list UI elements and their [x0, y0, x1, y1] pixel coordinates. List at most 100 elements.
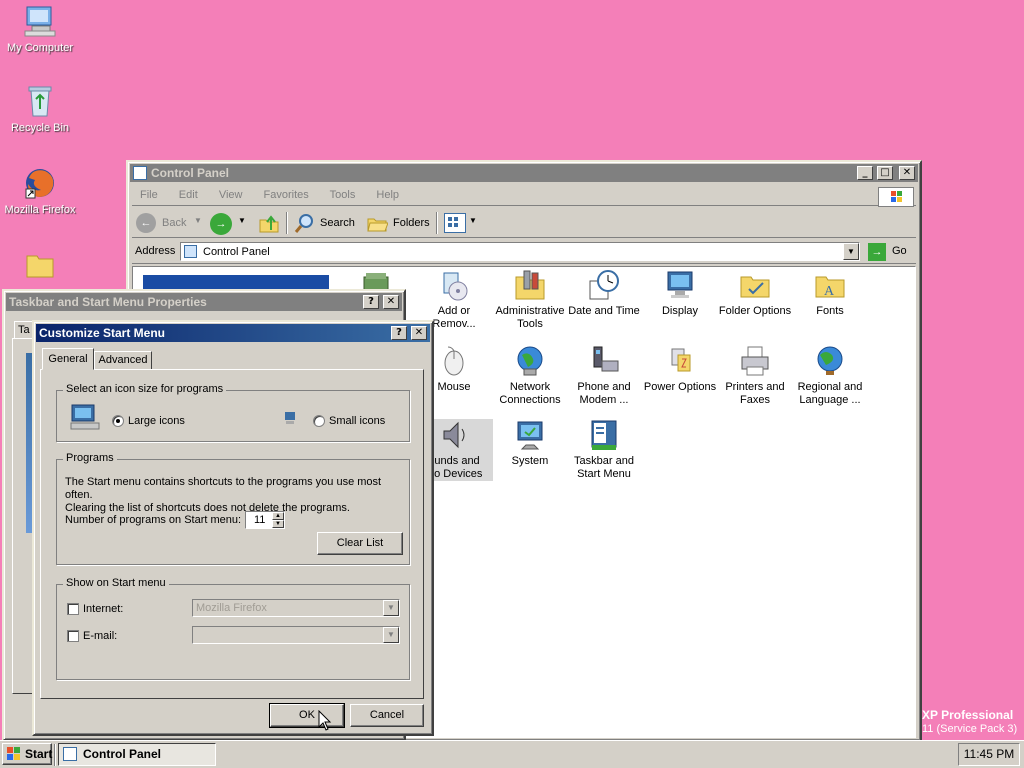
- mouse-icon: [438, 345, 470, 377]
- menu-favorites[interactable]: Favorites: [264, 189, 309, 201]
- maximize-button[interactable]: □: [877, 166, 893, 180]
- tab-label: Ta: [18, 324, 30, 336]
- clock-icon: [588, 269, 620, 301]
- up-folder-icon[interactable]: [258, 212, 280, 234]
- menu-tools[interactable]: Tools: [330, 189, 356, 201]
- views-icon[interactable]: [444, 213, 466, 233]
- menu-help[interactable]: Help: [376, 189, 399, 201]
- address-input[interactable]: Control Panel ▼: [180, 242, 860, 261]
- cp-item-phone-modem[interactable]: Phone and Modem ...: [565, 345, 643, 407]
- cp-item-display[interactable]: Display: [641, 269, 719, 318]
- clear-list-button[interactable]: Clear List: [317, 532, 403, 555]
- small-icons-label[interactable]: Small icons: [329, 415, 385, 427]
- email-checkbox[interactable]: [67, 630, 79, 642]
- taskbar-task-control-panel[interactable]: Control Panel: [58, 743, 216, 766]
- cp-item-network-connections[interactable]: Network Connections: [491, 345, 569, 407]
- watermark-build: 11 (Service Pack 3): [922, 723, 1018, 735]
- cp-item-administrative-tools[interactable]: Administrative Tools: [491, 269, 569, 331]
- menu-view[interactable]: View: [219, 189, 243, 201]
- tab-advanced[interactable]: Advanced: [94, 351, 152, 370]
- taskbar-properties-titlebar[interactable]: Taskbar and Start Menu Properties ? ✕: [6, 293, 402, 311]
- group-label: Programs: [63, 452, 117, 464]
- tab-general[interactable]: General: [42, 348, 94, 370]
- menu-file[interactable]: File: [140, 189, 158, 201]
- back-dropdown-icon[interactable]: ▼: [194, 216, 202, 225]
- help-button[interactable]: ?: [391, 326, 407, 340]
- windows-logo-icon: [878, 187, 914, 207]
- desktop-icon-folder[interactable]: [0, 250, 80, 288]
- minimize-button[interactable]: _: [857, 166, 873, 180]
- spin-up-icon[interactable]: ▲: [272, 512, 284, 520]
- os-watermark: XP Professional 11 (Service Pack 3): [922, 708, 1024, 736]
- control-panel-icon: [133, 166, 147, 180]
- go-arrow-icon[interactable]: →: [868, 243, 886, 261]
- search-icon[interactable]: [294, 212, 316, 234]
- control-panel-titlebar[interactable]: Control Panel _ □ ✕: [130, 164, 918, 182]
- cp-item-label: Phone and Modem ...: [577, 381, 631, 406]
- num-programs-stepper[interactable]: 11 ▲ ▼: [245, 511, 285, 529]
- cancel-button[interactable]: Cancel: [350, 704, 424, 727]
- back-icon[interactable]: ←: [136, 213, 156, 233]
- chevron-down-icon[interactable]: ▼: [383, 600, 399, 616]
- cp-item-power-options[interactable]: Power Options: [641, 345, 719, 394]
- window-title: Control Panel: [151, 166, 230, 180]
- large-icons-label[interactable]: Large icons: [128, 415, 185, 427]
- close-button[interactable]: ✕: [411, 326, 427, 340]
- my-computer-icon: [23, 4, 57, 38]
- ok-button[interactable]: OK: [269, 703, 345, 728]
- internet-checkbox[interactable]: [67, 603, 79, 615]
- recycle-bin-icon: [23, 84, 57, 118]
- spin-down-icon[interactable]: ▼: [272, 520, 284, 528]
- back-label[interactable]: Back: [162, 217, 186, 229]
- administrative-tools-icon: [514, 269, 546, 301]
- cp-item-date-time[interactable]: Date and Time: [565, 269, 643, 318]
- fonts-icon: A: [814, 269, 846, 301]
- cp-item-printers-faxes[interactable]: Printers and Faxes: [716, 345, 794, 407]
- desktop-icon-my-computer[interactable]: My Computer: [0, 4, 80, 54]
- large-icons-radio[interactable]: [112, 415, 124, 427]
- cp-item-fonts[interactable]: A Fonts: [791, 269, 869, 318]
- taskbar-start-menu-icon: [588, 419, 620, 451]
- num-programs-label: Number of programs on Start menu:: [65, 514, 242, 526]
- internet-browser-select[interactable]: Mozilla Firefox ▼: [192, 599, 400, 617]
- desktop-icon-label: Mozilla Firefox: [4, 204, 76, 216]
- add-remove-programs-icon: [438, 269, 470, 301]
- clock[interactable]: 11:45 PM: [964, 747, 1014, 761]
- close-button[interactable]: ✕: [383, 295, 399, 309]
- desktop-icon-recycle-bin[interactable]: Recycle Bin: [0, 84, 80, 134]
- cp-item-label: Administrative Tools: [495, 305, 565, 330]
- toolbar-separator: [436, 212, 438, 234]
- desktop-icon-firefox[interactable]: Mozilla Firefox: [0, 166, 80, 216]
- cp-item-taskbar-start-menu[interactable]: Taskbar and Start Menu: [565, 419, 643, 481]
- email-client-select[interactable]: ▼: [192, 626, 400, 644]
- num-programs-value[interactable]: 11: [254, 514, 265, 526]
- address-value: Control Panel: [203, 246, 270, 258]
- system-tray: 11:45 PM: [958, 743, 1020, 766]
- go-button[interactable]: Go: [892, 245, 907, 257]
- ok-label: OK: [299, 709, 315, 721]
- cp-item-regional-language[interactable]: Regional and Language ...: [791, 345, 869, 407]
- task-label: Control Panel: [83, 747, 162, 761]
- forward-dropdown-icon[interactable]: ▼: [238, 216, 246, 225]
- forward-icon[interactable]: →: [210, 213, 232, 235]
- chevron-down-icon[interactable]: ▼: [383, 627, 399, 643]
- small-icons-radio[interactable]: [313, 415, 325, 427]
- desktop-icon-label: Recycle Bin: [10, 122, 70, 134]
- customize-dialog-titlebar[interactable]: Customize Start Menu ? ✕: [36, 324, 430, 342]
- close-button[interactable]: ✕: [899, 166, 915, 180]
- cp-item-system[interactable]: System: [491, 419, 569, 468]
- help-button[interactable]: ?: [363, 295, 379, 309]
- search-button[interactable]: Search: [320, 217, 355, 229]
- menu-edit[interactable]: Edit: [179, 189, 198, 201]
- cp-item-folder-options[interactable]: Folder Options: [716, 269, 794, 318]
- folders-button[interactable]: Folders: [393, 217, 430, 229]
- tab-label: General: [48, 353, 88, 365]
- views-dropdown-icon[interactable]: ▼: [469, 216, 477, 225]
- email-label[interactable]: E-mail:: [83, 630, 117, 642]
- internet-label[interactable]: Internet:: [83, 603, 123, 615]
- address-dropdown-icon[interactable]: ▼: [843, 243, 859, 260]
- cp-item-label: Date and Time: [568, 305, 640, 317]
- cp-item-label: Taskbar and Start Menu: [574, 455, 634, 480]
- start-button[interactable]: Start: [2, 743, 52, 765]
- folders-icon[interactable]: [366, 213, 389, 233]
